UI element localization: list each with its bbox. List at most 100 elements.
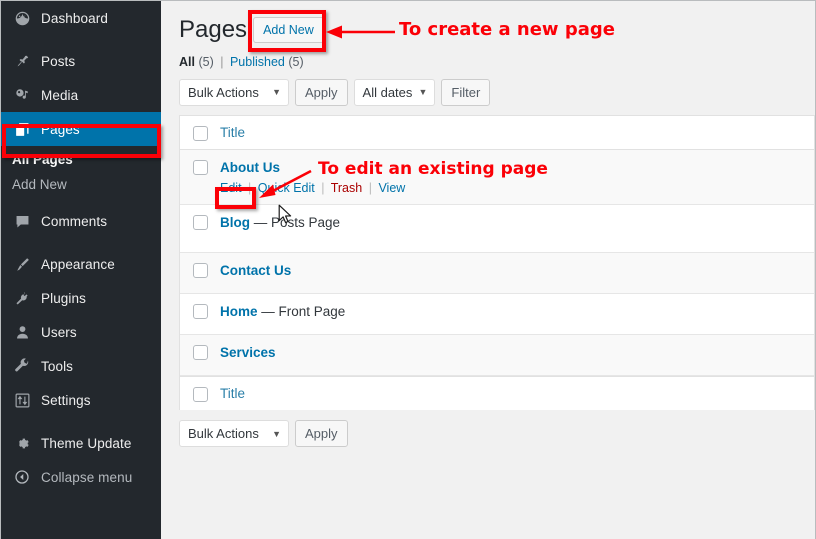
brush-icon: [12, 254, 32, 274]
table-footer-row: Title: [180, 376, 814, 410]
sidebar-item-label: Tools: [41, 358, 74, 374]
gear-icon: [12, 433, 32, 453]
table-row: Services: [180, 335, 814, 376]
submenu-item-label: Add New: [12, 177, 67, 192]
sidebar-item-label: Settings: [41, 392, 91, 408]
submenu-item-all-pages[interactable]: All Pages: [1, 147, 161, 172]
main-content: Pages Add New All (5) | Published (5) Bu…: [161, 1, 815, 539]
page-title-link[interactable]: Home: [220, 304, 258, 319]
action-separator: |: [248, 181, 252, 195]
edit-link[interactable]: Edit: [220, 181, 242, 195]
table-nav-bottom: Bulk Actions ▼ Apply: [179, 420, 815, 447]
media-icon: [12, 85, 32, 105]
apply-button-bottom[interactable]: Apply: [295, 420, 348, 447]
bulk-actions-select-top[interactable]: Bulk Actions ▼: [179, 78, 289, 106]
table-row: About Us Edit | Quick Edit | Trash | Vie…: [180, 150, 814, 205]
apply-button-top[interactable]: Apply: [295, 78, 348, 106]
sidebar-item-settings[interactable]: Settings: [1, 383, 161, 417]
row-title-cell: Home — Front Page: [220, 303, 814, 321]
sliders-icon: [12, 390, 32, 410]
sidebar-item-plugins[interactable]: Plugins: [1, 281, 161, 315]
sidebar-item-appearance[interactable]: Appearance: [1, 247, 161, 281]
pages-icon: [12, 119, 32, 139]
action-separator: |: [321, 181, 325, 195]
chevron-down-icon: ▼: [418, 87, 428, 97]
column-header-title[interactable]: Title: [220, 125, 245, 140]
sidebar-divider: [1, 238, 161, 247]
select-all-cell: [180, 386, 220, 402]
collapse-icon: [12, 467, 32, 487]
page-title-link[interactable]: About Us: [220, 160, 280, 175]
table-header-row: Title: [180, 116, 814, 150]
page-title: Pages: [179, 15, 248, 43]
admin-sidebar: Dashboard Posts Media Pages All Pages Ad…: [1, 1, 161, 539]
sidebar-item-label: Comments: [41, 213, 108, 229]
add-new-button[interactable]: Add New: [253, 17, 324, 43]
sidebar-item-label: Dashboard: [41, 10, 108, 26]
sidebar-item-media[interactable]: Media: [1, 78, 161, 112]
bulk-actions-selected-value: Bulk Actions: [188, 84, 259, 100]
select-all-checkbox-bottom[interactable]: [192, 386, 208, 402]
sidebar-item-label: Plugins: [41, 290, 86, 306]
comment-icon: [12, 211, 32, 231]
submenu-item-label: All Pages: [12, 152, 73, 167]
sidebar-item-label: Media: [41, 87, 79, 103]
page-title-link[interactable]: Blog: [220, 215, 250, 230]
page-title-suffix: — Front Page: [257, 304, 346, 319]
filter-published-label[interactable]: Published: [230, 55, 285, 69]
sidebar-item-dashboard[interactable]: Dashboard: [1, 1, 161, 35]
bulk-actions-select-bottom[interactable]: Bulk Actions ▼: [179, 420, 289, 447]
collapse-menu-label: Collapse menu: [41, 469, 133, 485]
sidebar-item-label: Appearance: [41, 256, 115, 272]
row-title-cell: About Us Edit | Quick Edit | Trash | Vie…: [220, 159, 814, 195]
sidebar-item-users[interactable]: Users: [1, 315, 161, 349]
submenu-item-add-new[interactable]: Add New: [1, 172, 161, 197]
filter-divider: |: [220, 55, 224, 69]
dates-selected-value: All dates: [362, 84, 413, 100]
wordpress-admin-screen: Dashboard Posts Media Pages All Pages Ad…: [0, 0, 816, 539]
trash-link[interactable]: Trash: [331, 181, 363, 195]
collapse-menu-button[interactable]: Collapse menu: [1, 460, 161, 494]
row-checkbox-cell: [180, 344, 220, 360]
row-checkbox[interactable]: [192, 304, 208, 319]
row-checkbox-cell: [180, 159, 220, 175]
pin-icon: [12, 51, 32, 71]
filter-button[interactable]: Filter: [441, 78, 491, 106]
status-filter-links: All (5) | Published (5): [179, 55, 815, 69]
sidebar-item-label: Pages: [41, 121, 80, 137]
title-column-footer-cell: Title: [220, 385, 814, 403]
table-row: Home — Front Page: [180, 294, 814, 335]
filter-all-label[interactable]: All: [179, 55, 195, 69]
page-title-link[interactable]: Contact Us: [220, 263, 291, 278]
sidebar-divider: [1, 417, 161, 426]
row-title-cell: Contact Us: [220, 262, 814, 280]
dates-filter-select[interactable]: All dates ▼: [353, 78, 436, 106]
row-checkbox-cell: [180, 214, 220, 230]
row-checkbox[interactable]: [192, 345, 208, 360]
page-header: Pages Add New: [179, 11, 815, 49]
row-checkbox[interactable]: [192, 263, 208, 278]
row-checkbox[interactable]: [192, 160, 208, 175]
row-checkbox[interactable]: [192, 215, 208, 230]
pages-table: Title About Us Edit | Quick Edit | Trash: [179, 115, 815, 410]
select-all-checkbox-top[interactable]: [192, 125, 208, 141]
row-checkbox-cell: [180, 303, 220, 319]
dashboard-icon: [12, 8, 32, 28]
action-separator: |: [368, 181, 372, 195]
sidebar-item-comments[interactable]: Comments: [1, 204, 161, 238]
sidebar-divider: [1, 35, 161, 44]
view-link[interactable]: View: [378, 181, 405, 195]
page-title-link[interactable]: Services: [220, 345, 276, 360]
sidebar-item-tools[interactable]: Tools: [1, 349, 161, 383]
chevron-down-icon: ▼: [272, 87, 281, 97]
sidebar-item-posts[interactable]: Posts: [1, 44, 161, 78]
quick-edit-link[interactable]: Quick Edit: [258, 181, 315, 195]
title-column-header-cell: Title: [220, 124, 814, 142]
plug-icon: [12, 288, 32, 308]
sidebar-item-label: Theme Update: [41, 435, 132, 451]
sidebar-item-theme-update[interactable]: Theme Update: [1, 426, 161, 460]
column-footer-title[interactable]: Title: [220, 386, 245, 401]
table-row: Contact Us: [180, 253, 814, 294]
user-icon: [12, 322, 32, 342]
sidebar-item-pages[interactable]: Pages: [1, 112, 161, 146]
